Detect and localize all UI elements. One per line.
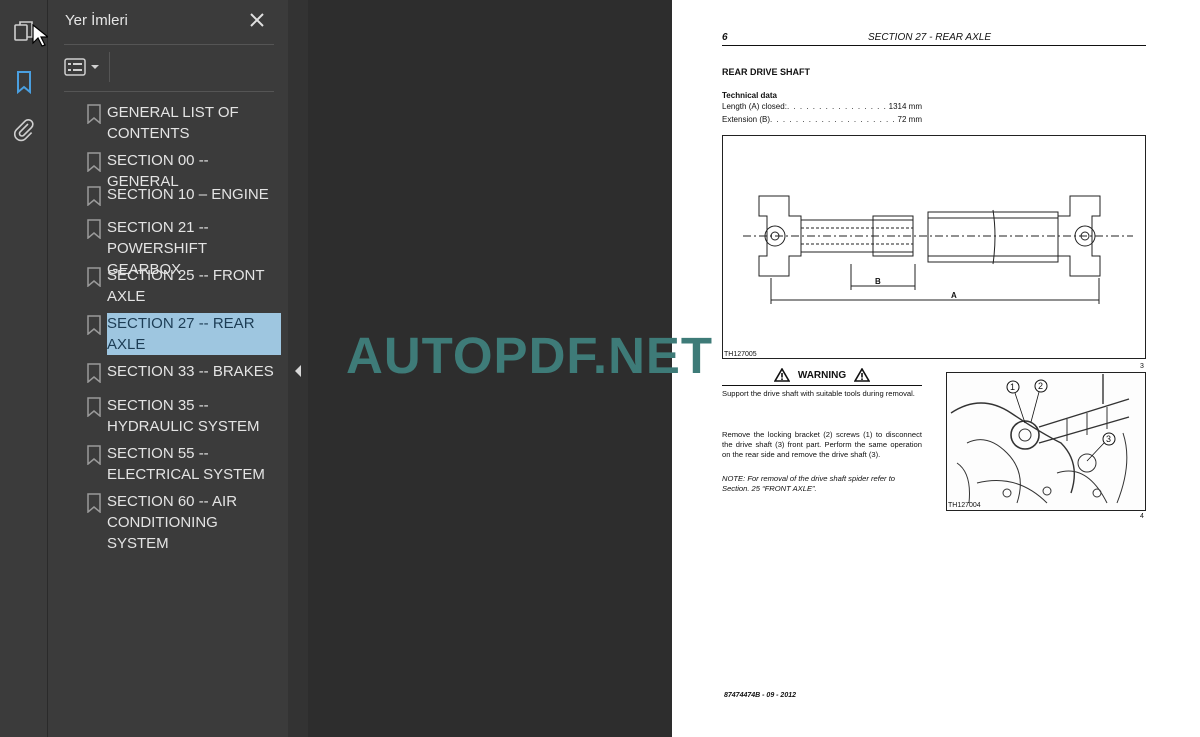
mechanical-photo-illustration: 1 2 3	[947, 373, 1145, 510]
bookmark-icon	[87, 186, 101, 206]
bookmark-icon	[87, 219, 101, 239]
watermark-text: AUTOPDF.NET	[346, 327, 714, 384]
divider	[64, 44, 274, 45]
bookmark-icon	[87, 397, 101, 417]
bookmark-item-section-55[interactable]: SECTION 55 -- ELECTRICAL SYSTEM	[87, 443, 281, 485]
spec-value: 72 mm	[897, 115, 922, 124]
bookmark-label: SECTION 27 -- REAR AXLE	[107, 315, 255, 353]
bookmark-icon	[87, 152, 101, 172]
page-section-title: SECTION 27 - REAR AXLE	[868, 32, 991, 43]
bookmark-label: SECTION 10 – ENGINE	[107, 186, 269, 203]
bookmark-label: SECTION 55 -- ELECTRICAL SYSTEM	[107, 445, 265, 483]
panel-title: Yer İmleri	[65, 12, 128, 29]
bookmark-icon	[87, 363, 101, 383]
bookmark-icon	[87, 104, 101, 124]
warning-text: Support the drive shaft with suitable to…	[722, 389, 915, 398]
divider	[64, 91, 274, 92]
callout-1: 1	[1010, 382, 1015, 392]
bookmark-item-section-33[interactable]: SECTION 33 -- BRAKES	[87, 361, 281, 383]
warning-title: WARNING	[722, 366, 922, 384]
tool-rail	[0, 0, 48, 737]
bookmark-label: SECTION 35 -- HYDRAULIC SYSTEM	[107, 397, 260, 435]
figure-number: 3	[1140, 363, 1144, 370]
spec-label: Length (A) closed:	[722, 102, 787, 111]
dimension-b-label: B	[875, 277, 881, 286]
warning-triangle-icon	[773, 368, 790, 382]
pdf-page: 6 SECTION 27 - REAR AXLE REAR DRIVE SHAF…	[672, 0, 1200, 737]
drive-shaft-drawing: B A	[722, 135, 1146, 359]
bookmark-label: SECTION 25 -- FRONT AXLE	[107, 267, 265, 305]
bookmark-icon	[87, 267, 101, 287]
warning-rule	[722, 385, 922, 386]
bookmark-item-section-27[interactable]: SECTION 27 -- REAR AXLE	[87, 313, 281, 355]
bookmark-icon	[87, 315, 101, 335]
procedure-text: Remove the locking bracket (2) screws (1…	[722, 430, 922, 459]
divider	[109, 52, 110, 82]
bookmark-icon	[87, 445, 101, 465]
bookmark-label: SECTION 33 -- BRAKES	[107, 363, 274, 380]
bookmark-icon	[87, 493, 101, 513]
header-rule	[722, 45, 1146, 46]
bookmark-item-general-list[interactable]: GENERAL LIST OF CONTENTS	[87, 102, 281, 144]
bookmark-item-section-60[interactable]: SECTION 60 -- AIR CONDITIONING SYSTEM	[87, 491, 281, 554]
bookmark-item-section-35[interactable]: SECTION 35 -- HYDRAULIC SYSTEM	[87, 395, 281, 437]
warning-triangle-icon	[854, 368, 871, 382]
dimension-a-label: A	[951, 291, 957, 300]
bookmark-label: SECTION 60 -- AIR CONDITIONING SYSTEM	[107, 493, 238, 552]
drive-shaft-photo: 1 2 3	[946, 372, 1146, 511]
figure-number: 4	[1140, 513, 1144, 520]
drive-shaft-illustration: B A	[743, 195, 1133, 304]
bookmark-item-section-10[interactable]: SECTION 10 – ENGINE	[87, 184, 281, 206]
spec-value: 1314 mm	[888, 102, 922, 111]
technical-data-heading: Technical data	[722, 91, 777, 100]
warning-label: WARNING	[797, 369, 847, 381]
chevron-down-icon	[91, 65, 99, 69]
attachment-icon[interactable]	[8, 114, 40, 146]
mouse-cursor-icon	[32, 24, 48, 47]
bookmark-icon[interactable]	[8, 66, 40, 98]
page-number: 6	[722, 32, 728, 43]
page-footer: 87474474B - 09 - 2012	[724, 692, 796, 699]
figure-code: TH127005	[724, 351, 757, 358]
collapse-panel-icon[interactable]	[292, 362, 304, 380]
spec-row: Length (A) closed: . . . . . . . . . . .…	[722, 102, 922, 111]
spec-label: Extension (B)	[722, 115, 771, 124]
figure-code: TH127004	[948, 502, 981, 509]
list-options-icon	[64, 58, 86, 76]
page-heading: REAR DRIVE SHAFT	[722, 67, 811, 77]
leader-dots: . . . . . . . . . . . . . . . . . . . . …	[770, 115, 898, 124]
note-text: NOTE: For removal of the drive shaft spi…	[722, 474, 896, 493]
callout-2: 2	[1038, 381, 1043, 391]
spec-row: Extension (B) . . . . . . . . . . . . . …	[722, 115, 922, 124]
bookmark-options-button[interactable]	[64, 55, 104, 79]
bookmark-label: GENERAL LIST OF CONTENTS	[107, 104, 239, 142]
pdf-viewer: Yer İmleri GENERAL LIST OF CONTENTS SECT…	[0, 0, 1200, 737]
warning-box: WARNING Support the drive shaft with sui…	[722, 366, 922, 399]
callout-3: 3	[1106, 434, 1111, 444]
close-icon[interactable]	[246, 9, 268, 31]
leader-dots: . . . . . . . . . . . . . . . . . . . . …	[786, 102, 889, 111]
bookmarks-panel: Yer İmleri GENERAL LIST OF CONTENTS SECT…	[48, 0, 288, 737]
bookmark-item-section-25[interactable]: SECTION 25 -- FRONT AXLE	[87, 265, 281, 307]
